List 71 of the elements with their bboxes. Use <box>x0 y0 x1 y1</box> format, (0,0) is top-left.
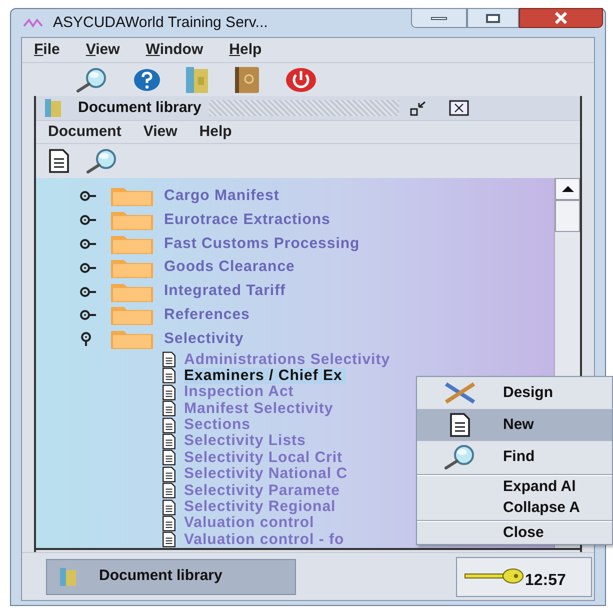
tree-item[interactable]: Fast Customs Processing <box>164 232 360 256</box>
tree-item[interactable]: Examiners / Chief Ex <box>184 368 346 384</box>
document-icon <box>160 498 178 516</box>
tree-item[interactable]: Eurotrace Extractions <box>164 208 330 232</box>
maximize-button[interactable] <box>467 8 519 28</box>
book-icon <box>59 566 77 586</box>
book-icon <box>44 98 62 118</box>
menu-item[interactable]: Help <box>199 120 232 144</box>
clock: 12:57 <box>525 570 566 590</box>
power-icon[interactable] <box>284 66 318 94</box>
tree-item[interactable]: Selectivity Paramete <box>184 482 344 499</box>
folder-icon <box>110 304 154 326</box>
help-icon[interactable] <box>132 66 162 92</box>
document-icon <box>160 433 178 450</box>
document-icon <box>160 531 178 548</box>
menu-item[interactable]: Expand Al <box>417 477 612 498</box>
menu-item[interactable]: Find <box>417 441 612 473</box>
tree-item[interactable]: References <box>164 304 250 327</box>
menu-item[interactable]: File <box>34 38 60 62</box>
minimize-button[interactable] <box>411 8 467 28</box>
tree-item[interactable]: Integrated Tariff <box>164 280 286 303</box>
document-icon <box>160 384 178 401</box>
document-icon <box>160 400 178 418</box>
document-icon <box>160 449 178 466</box>
pencil-ruler-icon <box>442 380 478 406</box>
tree-item[interactable]: Goods Clearance <box>164 256 295 279</box>
collapsed-handle-icon[interactable] <box>80 236 96 251</box>
key-icon <box>463 568 525 586</box>
document-icon[interactable] <box>46 148 72 174</box>
tree-item[interactable]: Manifest Selectivity <box>184 400 338 417</box>
close-button[interactable] <box>519 8 603 28</box>
tree-item[interactable]: Valuation control <box>184 515 318 532</box>
document-icon <box>447 412 473 438</box>
menu-item[interactable]: View <box>86 38 120 62</box>
document-icon <box>160 367 178 384</box>
collapsed-handle-icon[interactable] <box>80 260 96 275</box>
tree-item[interactable]: Selectivity Lists <box>184 433 310 450</box>
folder-icon <box>110 328 154 350</box>
tree-item[interactable]: Valuation control - fo <box>184 532 348 548</box>
menu-item[interactable]: View <box>143 120 178 144</box>
menu-item[interactable]: Document <box>48 120 122 144</box>
app-icon <box>23 18 43 28</box>
document-icon <box>160 351 178 368</box>
collapsed-handle-icon[interactable] <box>80 284 96 299</box>
tree-item[interactable]: Selectivity National C <box>184 466 352 482</box>
document-icon <box>160 416 178 434</box>
document-icon <box>160 514 178 532</box>
tree-item[interactable]: Selectivity Local Crit <box>184 450 347 466</box>
menu-item[interactable]: Help <box>229 38 262 62</box>
menu-item[interactable]: Window <box>146 38 204 62</box>
menu-item[interactable]: New <box>417 409 612 441</box>
tree-item[interactable]: Selectivity Regional <box>184 499 340 516</box>
collapsed-handle-icon[interactable] <box>80 212 96 227</box>
tree-item[interactable]: Administrations Selectivity <box>184 352 394 368</box>
collapsed-handle-icon[interactable] <box>80 308 96 322</box>
tree-item[interactable]: Inspection Act <box>184 384 298 400</box>
window-title: ASYCUDAWorld Training Serv... <box>53 12 268 33</box>
document-icon <box>160 482 178 500</box>
tree-item[interactable]: Sections <box>184 417 255 434</box>
document-icon <box>160 466 178 483</box>
address-book-icon[interactable] <box>232 64 262 94</box>
menu-item[interactable]: Collapse A <box>417 498 612 519</box>
collapsed-handle-icon[interactable] <box>80 188 96 203</box>
tree-item[interactable]: Cargo Manifest <box>164 184 280 208</box>
menu-item[interactable]: Design <box>417 377 612 409</box>
taskbar-button[interactable]: Document library <box>46 558 296 594</box>
close-icon <box>554 12 568 24</box>
close-frame-icon[interactable] <box>449 100 470 116</box>
menu-item[interactable]: Close <box>417 523 612 544</box>
frame-title: Document library <box>78 98 202 118</box>
tree-item[interactable]: Selectivity <box>164 328 244 351</box>
